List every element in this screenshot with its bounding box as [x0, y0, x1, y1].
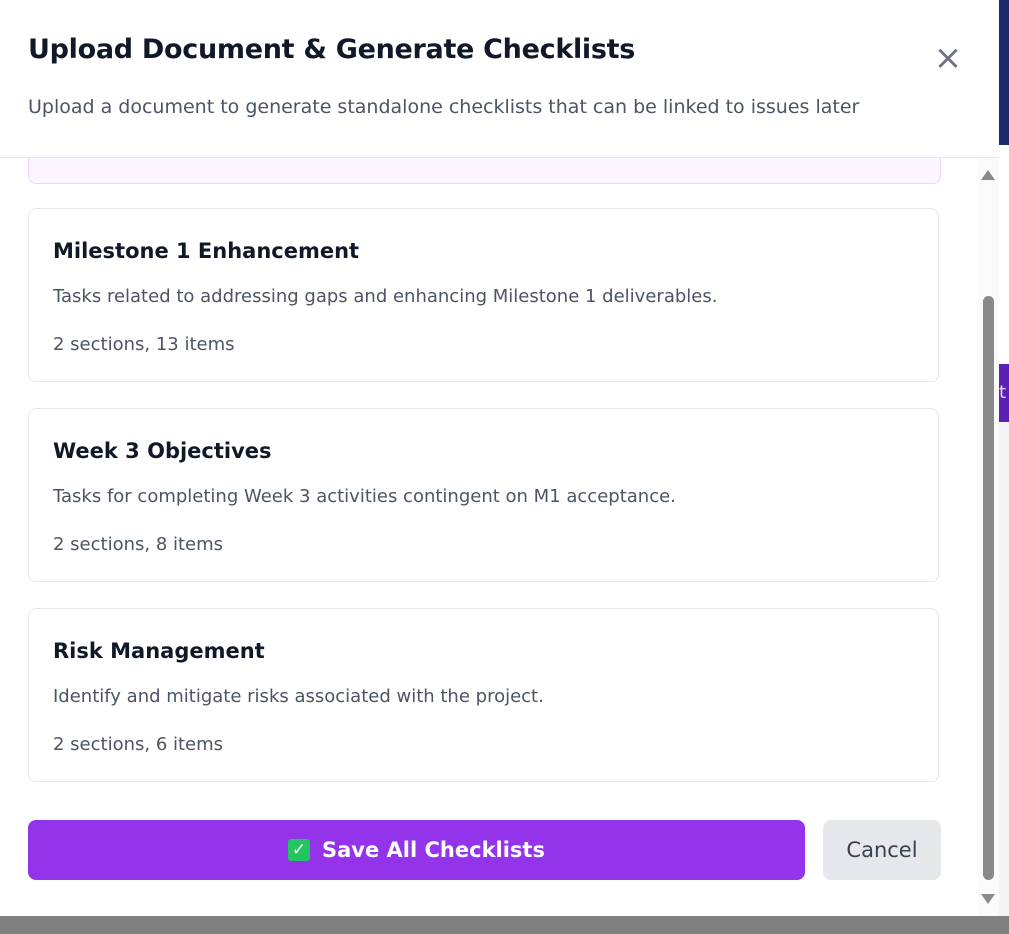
checklist-title: Risk Management [53, 639, 265, 663]
scrollbar-thumb[interactable] [983, 296, 994, 880]
save-button-label: Save All Checklists [322, 838, 545, 862]
checklist-description: Tasks related to addressing gaps and enh… [53, 286, 718, 307]
upload-checklists-dialog: Upload Document & Generate Checklists Up… [0, 0, 999, 916]
scroll-up-arrow-icon[interactable] [981, 170, 995, 180]
background-button: t [999, 364, 1009, 422]
scroll-down-arrow-icon[interactable] [981, 894, 995, 904]
checklist-title: Milestone 1 Enhancement [53, 239, 360, 263]
close-icon[interactable]: × [930, 40, 966, 76]
checklist-scroll-area: Milestone 1 Enhancement Tasks related to… [0, 158, 978, 916]
background-panel [999, 145, 1009, 364]
checklist-card: Risk Management Identify and mitigate ri… [28, 608, 939, 782]
dialog-header: Upload Document & Generate Checklists Up… [0, 0, 999, 158]
checklist-title: Week 3 Objectives [53, 439, 272, 463]
backdrop-bottom [0, 916, 1009, 934]
checklist-description: Identify and mitigate risks associated w… [53, 686, 544, 707]
previous-section-card [28, 158, 941, 184]
dialog-title: Upload Document & Generate Checklists [28, 34, 636, 65]
dialog-subtitle: Upload a document to generate standalone… [28, 96, 860, 118]
checklist-card: Milestone 1 Enhancement Tasks related to… [28, 208, 939, 382]
background-page-strip: t [999, 0, 1009, 934]
checklist-card: Week 3 Objectives Tasks for completing W… [28, 408, 939, 582]
checklist-meta: 2 sections, 6 items [53, 734, 224, 755]
check-icon: ✓ [288, 839, 311, 861]
scrollbar[interactable] [978, 158, 999, 916]
checklist-meta: 2 sections, 13 items [53, 334, 235, 355]
background-button-label: t [999, 382, 1007, 403]
background-panel-lower [999, 422, 1009, 916]
checklist-description: Tasks for completing Week 3 activities c… [53, 486, 676, 507]
cancel-button[interactable]: Cancel [823, 820, 941, 880]
save-all-checklists-button[interactable]: ✓ Save All Checklists [28, 820, 805, 880]
checklist-meta: 2 sections, 8 items [53, 534, 224, 555]
background-header [999, 0, 1009, 145]
